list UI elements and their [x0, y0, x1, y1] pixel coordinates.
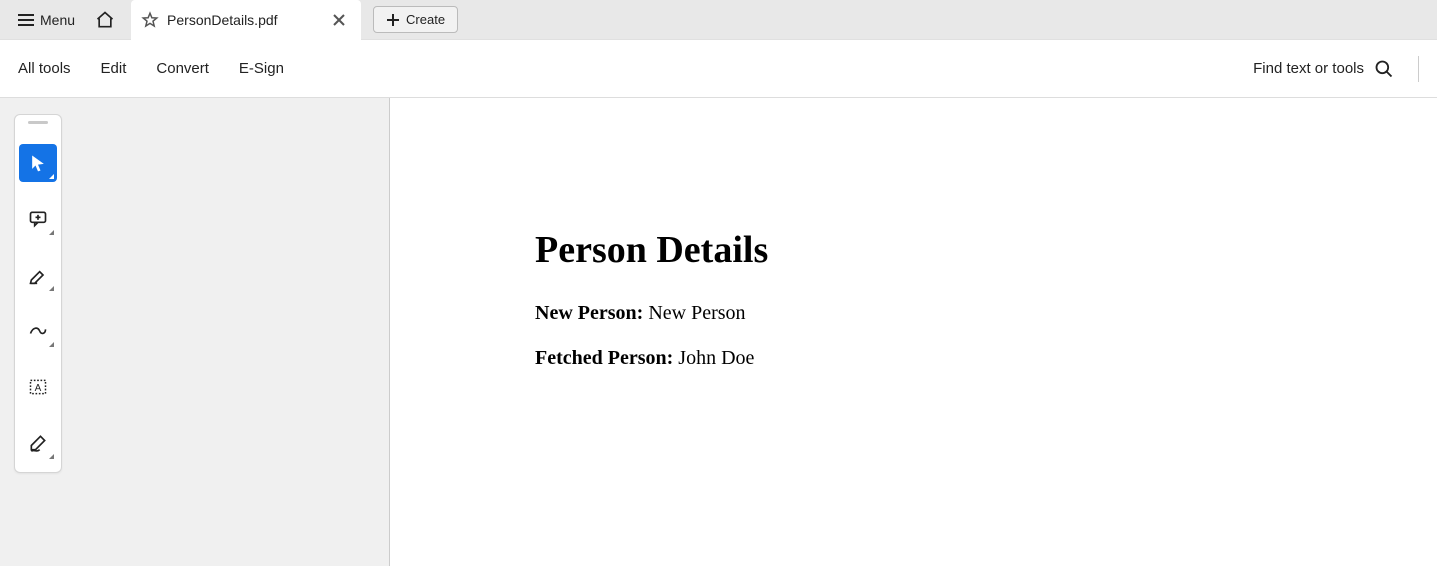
- doc-row: New Person: New Person: [535, 302, 1437, 325]
- menu-label: Menu: [40, 12, 75, 28]
- titlebar: Menu PersonDetails.pdf Create: [0, 0, 1437, 40]
- signature-icon: [28, 433, 48, 453]
- highlight-tool[interactable]: [19, 256, 57, 294]
- text-box-tool[interactable]: A: [19, 368, 57, 406]
- document-tab[interactable]: PersonDetails.pdf: [131, 0, 361, 40]
- menu-item-esign[interactable]: E-Sign: [239, 60, 284, 77]
- home-button[interactable]: [85, 4, 125, 36]
- menu-item-edit[interactable]: Edit: [101, 60, 127, 77]
- comment-tool[interactable]: [19, 200, 57, 238]
- toolbox: A: [14, 114, 62, 473]
- highlighter-icon: [28, 265, 48, 285]
- sign-tool[interactable]: [19, 424, 57, 462]
- menubar-right: Find text or tools: [1253, 56, 1419, 82]
- toolbox-grip[interactable]: [28, 121, 48, 124]
- side-panel: A: [0, 98, 390, 566]
- close-tab-button[interactable]: [329, 14, 349, 26]
- cursor-icon: [28, 153, 48, 173]
- doc-heading: Person Details: [535, 228, 1437, 272]
- menubar-left: All tools Edit Convert E-Sign: [18, 60, 284, 77]
- create-label: Create: [406, 12, 445, 27]
- document-tab-title: PersonDetails.pdf: [167, 12, 321, 28]
- close-icon: [333, 14, 345, 26]
- comment-icon: [28, 209, 48, 229]
- home-icon: [95, 10, 115, 30]
- plus-icon: [386, 13, 400, 27]
- star-icon: [141, 11, 159, 29]
- freehand-icon: [28, 322, 48, 340]
- search-icon[interactable]: [1374, 59, 1394, 79]
- text-box-icon: A: [28, 377, 48, 397]
- draw-tool[interactable]: [19, 312, 57, 350]
- row-label: New Person:: [535, 302, 643, 324]
- menu-item-convert[interactable]: Convert: [156, 60, 209, 77]
- menu-button[interactable]: Menu: [8, 6, 85, 34]
- menubar: All tools Edit Convert E-Sign Find text …: [0, 40, 1437, 98]
- select-tool[interactable]: [19, 144, 57, 182]
- find-label[interactable]: Find text or tools: [1253, 60, 1364, 77]
- menu-item-all-tools[interactable]: All tools: [18, 60, 71, 77]
- svg-text:A: A: [35, 383, 42, 394]
- row-value: John Doe: [678, 347, 754, 369]
- doc-row: Fetched Person: John Doe: [535, 347, 1437, 370]
- create-button[interactable]: Create: [373, 6, 458, 33]
- document-view: Person Details New Person: New Person Fe…: [390, 98, 1437, 566]
- hamburger-icon: [18, 14, 34, 26]
- row-value: New Person: [648, 302, 745, 324]
- workarea: A Person Details New Person: New Person …: [0, 98, 1437, 566]
- divider: [1418, 56, 1419, 82]
- row-label: Fetched Person:: [535, 347, 673, 369]
